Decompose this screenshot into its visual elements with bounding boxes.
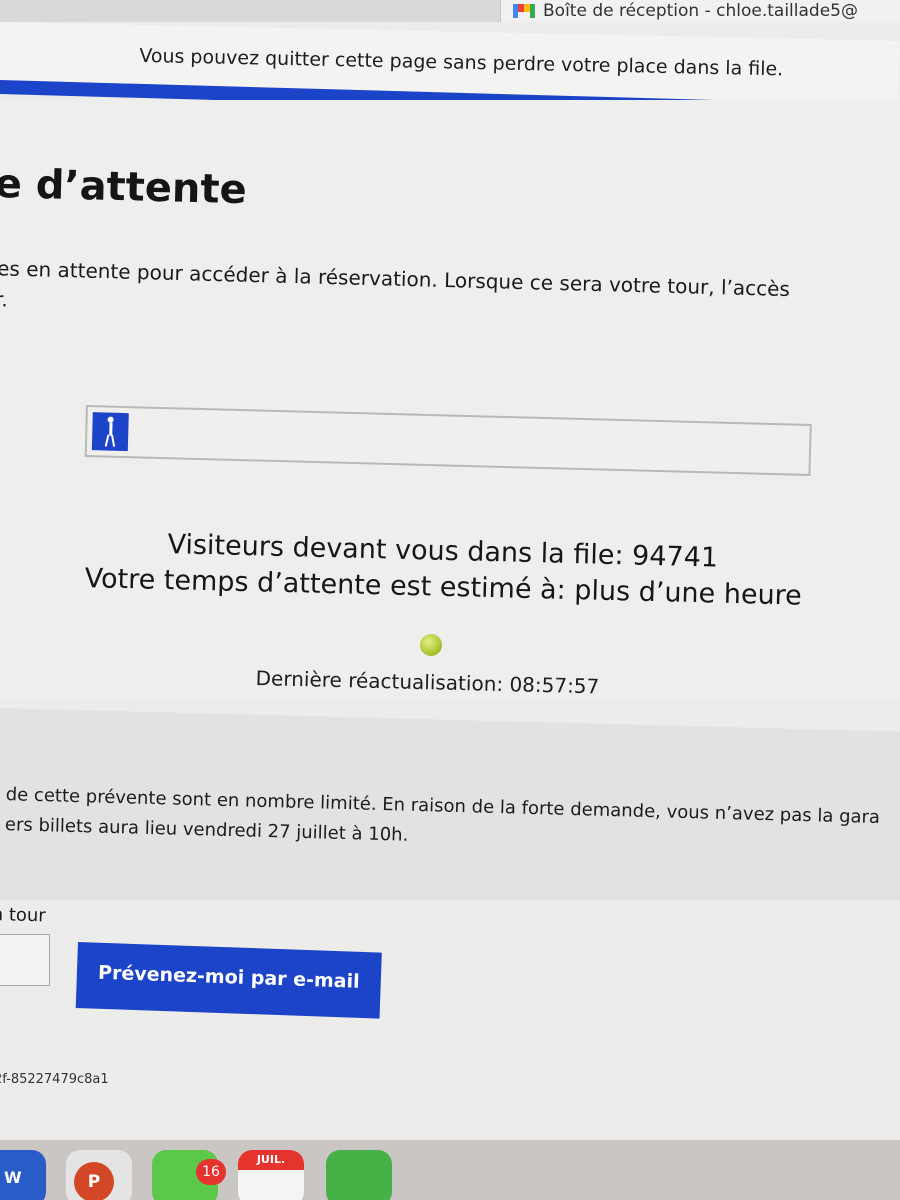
calendar-app-icon[interactable]: JUIL.	[238, 1150, 304, 1200]
queue-status: Visiteurs devant vous dans la file: 9474…	[0, 525, 900, 612]
powerpoint-app-icon[interactable]: P	[66, 1150, 132, 1200]
queue-progress-fill	[91, 412, 129, 452]
facetime-app-icon[interactable]	[326, 1150, 392, 1200]
last-refresh-text: Dernière réactualisation: 08:57:57	[255, 666, 600, 699]
email-field[interactable]	[0, 934, 50, 986]
screen: Boîte de réception - chloe.taillade5@ Vo…	[0, 0, 900, 1200]
queue-progress-bar	[84, 405, 812, 476]
walking-person-icon	[103, 416, 118, 447]
status-indicator-icon	[420, 634, 442, 656]
browser-tab-strip: Boîte de réception - chloe.taillade5@	[0, 0, 900, 22]
notify-by-email-button[interactable]: Prévenez-moi par e-mail	[75, 942, 382, 1019]
email-field-label: n tour	[0, 904, 46, 927]
calendar-month: JUIL.	[238, 1150, 304, 1170]
info-banner-text: Vous pouvez quitter cette page sans perd…	[139, 44, 784, 81]
queue-panel: file d’attente us êtes en attente pour a…	[0, 100, 900, 700]
macos-dock: W P JUIL.	[0, 1140, 900, 1200]
browser-tab-title: Boîte de réception - chloe.taillade5@	[543, 1, 858, 21]
queue-intro: us êtes en attente pour accéder à la rés…	[0, 252, 900, 340]
messages-badge: 16	[196, 1159, 226, 1185]
powerpoint-letter: P	[74, 1162, 114, 1200]
word-letter: W	[4, 1168, 22, 1187]
gmail-icon	[513, 4, 535, 18]
browser-tab-gmail[interactable]: Boîte de réception - chloe.taillade5@	[500, 0, 900, 22]
page-title: file d’attente	[0, 160, 248, 214]
notice-panel: de cette prévente sont en nombre limité.…	[0, 708, 900, 933]
session-id: 2f-85227479c8a1	[0, 1072, 109, 1087]
notice-text: de cette prévente sont en nombre limité.…	[5, 780, 900, 866]
email-notify-section: n tour Prévenez-moi par e-mail 2f-852274…	[0, 900, 900, 1140]
word-app-icon[interactable]: W	[0, 1150, 46, 1200]
